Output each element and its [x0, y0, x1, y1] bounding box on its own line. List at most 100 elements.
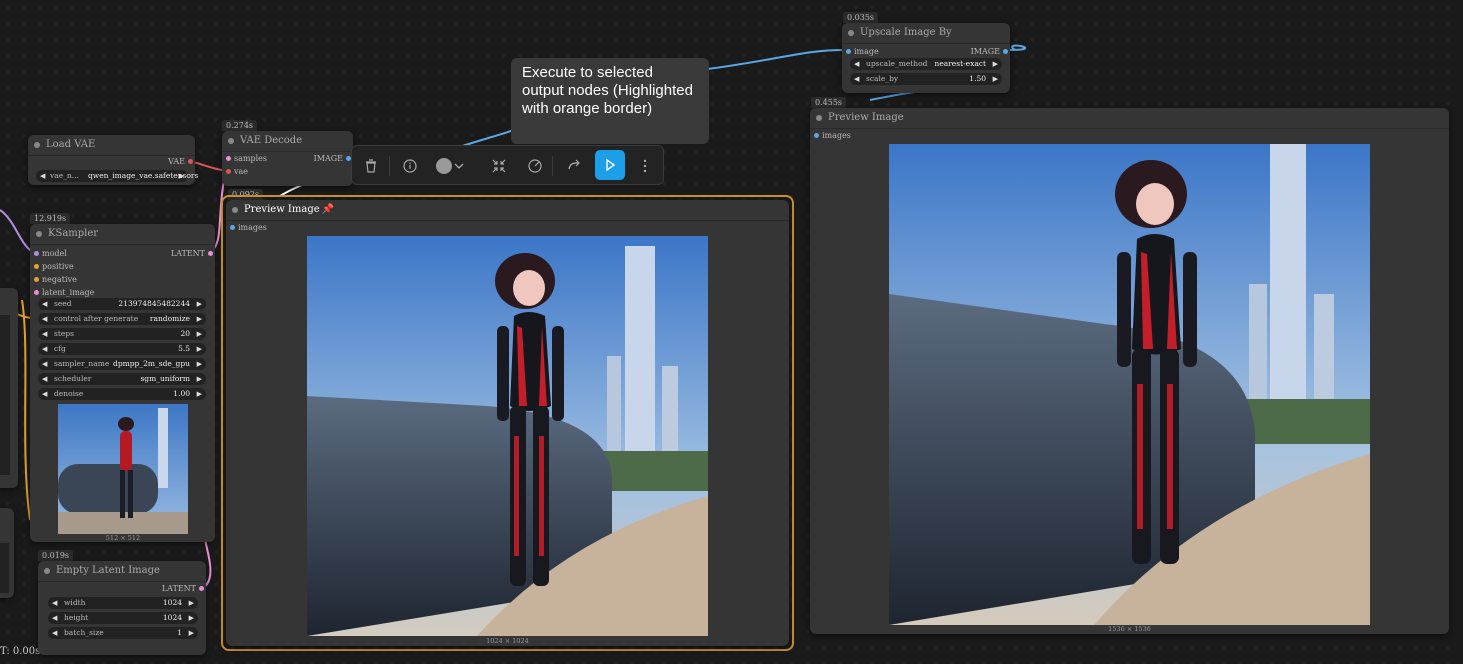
arrow-right-icon: ▶: [196, 315, 202, 323]
arrow-left-icon: ◀: [40, 172, 46, 180]
preview-image-1536: [889, 144, 1370, 625]
output-vae[interactable]: VAE: [168, 157, 193, 166]
input-positive[interactable]: positive: [34, 262, 74, 271]
input-images[interactable]: images: [814, 131, 851, 140]
time-badge: 0.274s: [222, 120, 258, 131]
arrow-right-icon: ▶: [196, 330, 202, 338]
arrow-right-icon: ▶: [992, 75, 998, 83]
play-icon: [606, 158, 616, 172]
scale-by-widget[interactable]: ◀ scale_by 1.50 ▶: [850, 73, 1002, 85]
vae-name-widget[interactable]: ◀ vae_n... qwen_image_vae.safetensors ▶: [36, 170, 198, 182]
seed-widget[interactable]: ◀ seed 213974845482244 ▶: [38, 298, 206, 310]
preview-image-node-selected[interactable]: Preview Image 📌 images 1024 × 1024: [226, 200, 789, 646]
offscreen-node-2: [0, 508, 14, 598]
arrow-left-icon: ◀: [52, 629, 58, 637]
execute-selected-button[interactable]: [595, 150, 625, 180]
output-latent[interactable]: LATENT: [162, 584, 204, 593]
image-size-caption: 1536 × 1536: [1108, 625, 1151, 633]
arrow-right-icon: ▶: [992, 60, 998, 68]
upscale-method-widget[interactable]: ◀ upscale_method nearest-exact ▶: [850, 58, 1002, 70]
divider: [389, 156, 390, 176]
node-title[interactable]: Load VAE: [28, 135, 195, 156]
input-image[interactable]: image: [846, 47, 879, 56]
arrow-right-icon: ▶: [188, 629, 194, 637]
ksampler-preview-image: [58, 404, 188, 534]
chevron-down-icon[interactable]: [452, 154, 466, 178]
cfg-widget[interactable]: ◀ cfg 5.5 ▶: [38, 343, 206, 355]
collapse-dot-icon[interactable]: [228, 138, 234, 144]
arrow-left-icon: ◀: [42, 375, 48, 383]
arrow-left-icon: ◀: [854, 75, 860, 83]
collapse-dot-icon[interactable]: [36, 231, 42, 237]
denoise-widget[interactable]: ◀ denoise 1.00 ▶: [38, 388, 206, 400]
preview-image-node-upscaled[interactable]: Preview Image images 1536 × 1536: [810, 108, 1449, 634]
batch-size-widget[interactable]: ◀ batch_size 1 ▶: [48, 627, 198, 639]
arrow-left-icon: ◀: [42, 360, 48, 368]
time-badge: 0.455s: [811, 97, 847, 108]
input-vae[interactable]: vae: [226, 167, 248, 176]
node-title[interactable]: KSampler: [30, 224, 215, 245]
collapse-icon[interactable]: [487, 154, 511, 178]
image-size-caption: 1024 × 1024: [486, 637, 529, 645]
input-images[interactable]: images: [230, 223, 267, 232]
arrow-left-icon: ◀: [52, 599, 58, 607]
arrow-right-icon: ▶: [196, 345, 202, 353]
info-icon[interactable]: [398, 154, 422, 178]
node-title[interactable]: Upscale Image By: [842, 23, 1010, 44]
node-title[interactable]: VAE Decode: [222, 131, 353, 152]
time-badge: 12.919s: [30, 213, 71, 224]
arrow-right-icon: ▶: [188, 614, 194, 622]
steps-widget[interactable]: ◀ steps 20 ▶: [38, 328, 206, 340]
more-icon[interactable]: [633, 154, 657, 178]
arrow-right-icon: ▶: [178, 172, 184, 180]
collapse-dot-icon[interactable]: [232, 207, 238, 213]
trash-icon[interactable]: [359, 154, 383, 178]
arrow-left-icon: ◀: [42, 330, 48, 338]
arrow-left-icon: ◀: [42, 315, 48, 323]
scheduler-widget[interactable]: ◀ scheduler sgm_uniform ▶: [38, 373, 206, 385]
vae-decode-node[interactable]: VAE Decode samples vae IMAGE: [222, 131, 353, 186]
input-model[interactable]: model: [34, 249, 67, 258]
collapse-dot-icon[interactable]: [44, 568, 50, 574]
node-title[interactable]: Preview Image 📌: [226, 200, 789, 221]
execute-tooltip: Execute to selected output nodes (Highli…: [511, 58, 709, 144]
arrow-right-icon: ▶: [188, 599, 194, 607]
arrow-right-icon: ▶: [196, 360, 202, 368]
ksampler-node[interactable]: KSampler model positive negative latent_…: [30, 224, 215, 542]
collapse-dot-icon[interactable]: [848, 30, 854, 36]
empty-latent-node[interactable]: Empty Latent Image LATENT ◀ width 1024 ▶ ◀ h…: [38, 561, 206, 655]
selection-toolbox: [351, 145, 664, 185]
output-latent[interactable]: LATENT: [171, 249, 213, 258]
input-samples[interactable]: samples: [226, 154, 267, 163]
upscale-image-by-node[interactable]: Upscale Image By image IMAGE ◀ upscale_me…: [842, 23, 1010, 93]
image-size-caption: 512 × 512: [105, 534, 141, 542]
pin-icon: 📌: [321, 204, 335, 215]
time-badge: 0.019s: [38, 550, 74, 561]
global-timer: T: 0.00s: [0, 646, 41, 657]
input-latent-image[interactable]: latent_image: [34, 288, 94, 297]
node-title[interactable]: Preview Image: [810, 108, 1449, 129]
output-image[interactable]: IMAGE: [314, 154, 351, 163]
height-widget[interactable]: ◀ height 1024 ▶: [48, 612, 198, 624]
arrow-left-icon: ◀: [52, 614, 58, 622]
arrow-right-icon: ▶: [196, 300, 202, 308]
arrow-left-icon: ◀: [42, 390, 48, 398]
arrow-left-icon: ◀: [42, 345, 48, 353]
bypass-icon[interactable]: [523, 154, 547, 178]
collapse-dot-icon[interactable]: [34, 142, 40, 148]
redo-icon[interactable]: [562, 154, 586, 178]
arrow-left-icon: ◀: [42, 300, 48, 308]
sampler-name-widget[interactable]: ◀ sampler_name dpmpp_2m_sde_gpu ▶: [38, 358, 206, 370]
node-title[interactable]: Empty Latent Image: [38, 561, 206, 582]
load-vae-node[interactable]: Load VAE VAE ◀ vae_n... qwen_image_vae.s…: [28, 135, 198, 185]
arrow-left-icon: ◀: [854, 60, 860, 68]
output-image[interactable]: IMAGE: [971, 47, 1008, 56]
collapse-dot-icon[interactable]: [816, 115, 822, 121]
control-after-generate-widget[interactable]: ◀ control after generate randomize ▶: [38, 313, 206, 325]
preview-image-1024: [307, 236, 708, 636]
divider: [552, 156, 553, 176]
arrow-right-icon: ▶: [196, 375, 202, 383]
arrow-right-icon: ▶: [196, 390, 202, 398]
input-negative[interactable]: negative: [34, 275, 77, 284]
width-widget[interactable]: ◀ width 1024 ▶: [48, 597, 198, 609]
